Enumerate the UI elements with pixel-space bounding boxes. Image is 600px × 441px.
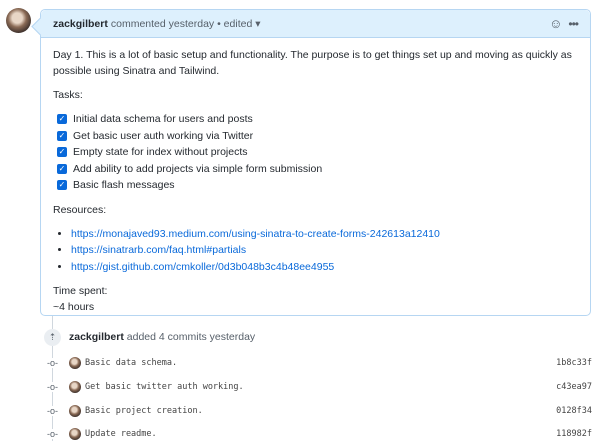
commit-row: -o- Basic project creation. 0128f34 — [46, 404, 592, 418]
edited-dropdown[interactable]: • edited ▾ — [217, 18, 260, 30]
resource-link[interactable]: https://monajaved93.medium.com/using-sin… — [71, 228, 440, 240]
task-label: Add ability to add projects via simple f… — [73, 162, 323, 175]
task-label: Basic flash messages — [73, 179, 175, 192]
checkbox-checked-icon[interactable]: ✓ — [57, 130, 67, 141]
checkbox-checked-icon[interactable]: ✓ — [57, 163, 67, 174]
commit-sha[interactable]: c43ea97 — [556, 382, 592, 392]
resource-link[interactable]: https://sinatrarb.com/faq.html#partials — [71, 244, 246, 256]
commit-avatar[interactable] — [69, 405, 81, 417]
more-options-icon[interactable]: ••• — [568, 17, 579, 31]
commit-avatar[interactable] — [69, 357, 81, 369]
resource-item: https://monajaved93.medium.com/using-sin… — [71, 226, 578, 243]
caret-down-icon: ▾ — [255, 17, 261, 30]
commit-dot-icon: -o- — [46, 358, 59, 368]
commit-row: -o- Update readme. 118982f — [46, 427, 592, 441]
checkbox-checked-icon[interactable]: ✓ — [57, 114, 67, 125]
commit-message[interactable]: Basic project creation. — [85, 406, 203, 416]
task-item: ✓ Initial data schema for users and posts — [57, 111, 578, 128]
comment-author[interactable]: zackgilbert — [53, 18, 108, 30]
commit-dot-icon: -o- — [46, 406, 59, 416]
commit-push-icon: ⇡ — [44, 329, 61, 346]
commit-message[interactable]: Get basic twitter auth working. — [85, 382, 244, 392]
task-item: ✓ Empty state for index without projects — [57, 144, 578, 161]
comment-box: zackgilbert commented yesterday • edited… — [40, 9, 591, 316]
commit-message[interactable]: Update readme. — [85, 429, 157, 439]
commit-sha[interactable]: 1b8c33f — [556, 358, 592, 368]
commit-dot-icon: -o- — [46, 382, 59, 392]
commit-sha[interactable]: 0128f34 — [556, 406, 592, 416]
resource-link[interactable]: https://gist.github.com/cmkoller/0d3b048… — [71, 261, 334, 273]
checkbox-checked-icon[interactable]: ✓ — [57, 180, 67, 191]
checkbox-checked-icon[interactable]: ✓ — [57, 147, 67, 158]
commit-avatar[interactable] — [69, 381, 81, 393]
task-item: ✓ Add ability to add projects via simple … — [57, 161, 578, 178]
event-author[interactable]: zackgilbert — [69, 331, 124, 343]
comment-intro: Day 1. This is a lot of basic setup and … — [53, 49, 572, 77]
resource-item: https://gist.github.com/cmkoller/0d3b048… — [71, 259, 578, 276]
event-text: added 4 commits yesterday — [126, 331, 256, 343]
task-label: Initial data schema for users and posts — [73, 113, 253, 126]
emoji-reaction-icon[interactable]: ☺ — [549, 16, 562, 31]
resource-item: https://sinatrarb.com/faq.html#partials — [71, 242, 578, 259]
commit-row: -o- Basic data schema. 1b8c33f — [46, 356, 592, 370]
comment-header: zackgilbert commented yesterday • edited… — [41, 10, 590, 38]
task-label: Get basic user auth working via Twitter — [73, 129, 254, 142]
commit-avatar[interactable] — [69, 428, 81, 440]
commit-sha[interactable]: 118982f — [556, 429, 592, 439]
task-label: Empty state for index without projects — [73, 146, 248, 159]
commit-row: -o- Get basic twitter auth working. c43ea9… — [46, 380, 592, 394]
avatar[interactable] — [6, 8, 31, 33]
commits-event: zackgilbert added 4 commits yesterday — [69, 331, 255, 343]
resources-label: Resources: — [53, 203, 107, 216]
task-item: ✓ Get basic user auth working via Twitter — [57, 128, 578, 145]
commit-dot-icon: -o- — [46, 429, 59, 439]
commit-message[interactable]: Basic data schema. — [85, 358, 177, 368]
comment-action: commented yesterday — [110, 17, 215, 30]
tasks-label: Tasks: — [53, 89, 83, 101]
task-item: ✓ Basic flash messages — [57, 177, 578, 194]
time-value: ~4 hours — [53, 301, 95, 313]
time-label: Time spent: — [53, 285, 108, 297]
